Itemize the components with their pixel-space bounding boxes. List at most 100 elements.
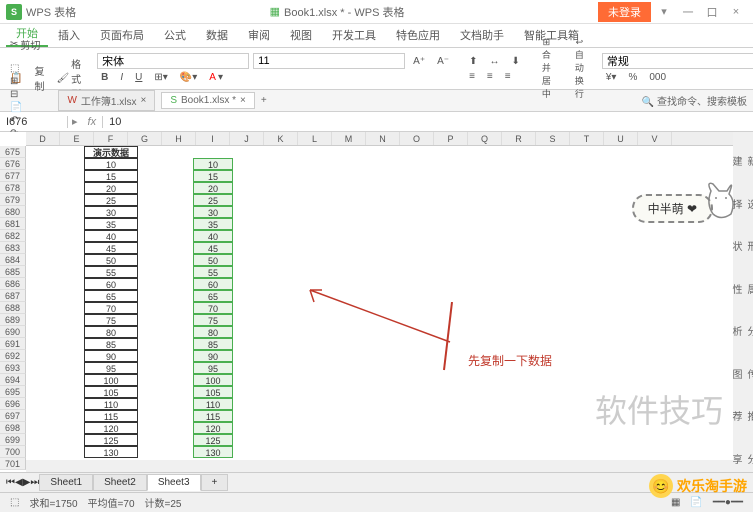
cell-f[interactable]: 80 bbox=[84, 326, 138, 338]
italic-button[interactable]: I bbox=[116, 71, 127, 84]
row-header[interactable]: 675 bbox=[0, 146, 26, 158]
col-header[interactable]: J bbox=[230, 132, 264, 145]
row-header[interactable]: 688 bbox=[0, 302, 26, 314]
col-header[interactable]: L bbox=[298, 132, 332, 145]
row-header[interactable]: 701 bbox=[0, 458, 26, 470]
view-normal-button[interactable]: ▦ bbox=[671, 497, 680, 508]
doctab-2[interactable]: SBook1.xlsx *× bbox=[161, 92, 255, 109]
row-header[interactable]: 692 bbox=[0, 350, 26, 362]
cell-i[interactable]: 20 bbox=[193, 182, 233, 194]
horizontal-scrollbar[interactable] bbox=[26, 460, 733, 472]
percent-button[interactable]: % bbox=[624, 71, 641, 84]
row-header[interactable]: 685 bbox=[0, 266, 26, 278]
cut-button[interactable]: ✂ 剪切 bbox=[6, 36, 44, 53]
row-header[interactable]: 680 bbox=[0, 206, 26, 218]
row-header[interactable]: 686 bbox=[0, 278, 26, 290]
cell-i[interactable]: 85 bbox=[193, 338, 233, 350]
quick-btn-0[interactable]: ⬚ bbox=[6, 62, 26, 75]
zoom-slider[interactable]: ━━●━━ bbox=[713, 497, 743, 508]
cell-i[interactable]: 105 bbox=[193, 386, 233, 398]
cell-f[interactable]: 115 bbox=[84, 410, 138, 422]
col-header[interactable]: G bbox=[128, 132, 162, 145]
cell-f[interactable]: 65 bbox=[84, 290, 138, 302]
cell-i[interactable]: 110 bbox=[193, 398, 233, 410]
cell-reference[interactable]: I676 bbox=[0, 116, 68, 128]
row-header[interactable]: 697 bbox=[0, 410, 26, 422]
cell-f[interactable]: 120 bbox=[84, 422, 138, 434]
cell-i[interactable]: 60 bbox=[193, 278, 233, 290]
search-box[interactable]: 🔍 查找命令、搜索模板 bbox=[642, 93, 747, 108]
col-header[interactable]: E bbox=[60, 132, 94, 145]
cell-f[interactable]: 110 bbox=[84, 398, 138, 410]
row-header[interactable]: 690 bbox=[0, 326, 26, 338]
sheet-nav-next[interactable]: ▶ bbox=[23, 477, 31, 488]
row-header[interactable]: 693 bbox=[0, 362, 26, 374]
row-header[interactable]: 696 bbox=[0, 398, 26, 410]
sheet-tab[interactable]: Sheet3 bbox=[147, 474, 201, 491]
panel-btn-4[interactable]: 分析 bbox=[728, 322, 753, 345]
col-header[interactable]: O bbox=[400, 132, 434, 145]
cell-f[interactable]: 100 bbox=[84, 374, 138, 386]
menu-tab-4[interactable]: 数据 bbox=[196, 23, 238, 47]
menu-tab-3[interactable]: 公式 bbox=[154, 23, 196, 47]
col-header[interactable]: V bbox=[638, 132, 672, 145]
cell-i[interactable]: 100 bbox=[193, 374, 233, 386]
col-header[interactable]: H bbox=[162, 132, 196, 145]
sheet-tab[interactable]: Sheet1 bbox=[39, 474, 93, 491]
number-format-select[interactable] bbox=[602, 53, 753, 69]
menu-tab-8[interactable]: 特色应用 bbox=[386, 23, 450, 47]
view-page-button[interactable]: 📄 bbox=[690, 497, 702, 508]
font-name-select[interactable] bbox=[97, 53, 249, 69]
row-header[interactable]: 700 bbox=[0, 446, 26, 458]
row-header[interactable]: 679 bbox=[0, 194, 26, 206]
col-header[interactable]: S bbox=[536, 132, 570, 145]
panel-btn-3[interactable]: 属性 bbox=[728, 280, 753, 303]
wrap-button[interactable]: ↩自动换行 bbox=[569, 37, 590, 100]
fx-icon[interactable]: fx bbox=[82, 116, 104, 128]
cell-i[interactable]: 120 bbox=[193, 422, 233, 434]
cell-i[interactable]: 15 bbox=[193, 170, 233, 182]
cell-f[interactable]: 70 bbox=[84, 302, 138, 314]
cell-f[interactable]: 85 bbox=[84, 338, 138, 350]
panel-btn-2[interactable]: 形状 bbox=[728, 237, 753, 260]
panel-btn-0[interactable]: 新建 bbox=[728, 152, 753, 175]
cell-i[interactable]: 130 bbox=[193, 446, 233, 458]
row-header[interactable]: 691 bbox=[0, 338, 26, 350]
cell-f[interactable]: 75 bbox=[84, 314, 138, 326]
close-icon[interactable]: × bbox=[140, 95, 146, 106]
doctab-1[interactable]: W工作簿1.xlsx× bbox=[58, 90, 155, 111]
font-color-button[interactable]: A▾ bbox=[205, 71, 227, 84]
data-header-cell[interactable]: 演示数据 bbox=[84, 146, 138, 158]
col-header[interactable]: N bbox=[366, 132, 400, 145]
cell-f[interactable]: 125 bbox=[84, 434, 138, 446]
cell-f[interactable]: 20 bbox=[84, 182, 138, 194]
cell-i[interactable]: 70 bbox=[193, 302, 233, 314]
row-header[interactable]: 678 bbox=[0, 182, 26, 194]
row-headers[interactable]: 6756766776786796806816826836846856866876… bbox=[0, 146, 26, 470]
close-icon[interactable]: × bbox=[240, 95, 246, 106]
align-left-button[interactable]: ≡ bbox=[465, 70, 479, 83]
align-mid-button[interactable]: ↔ bbox=[485, 55, 503, 68]
col-header[interactable]: P bbox=[434, 132, 468, 145]
fx-dropdown[interactable]: ▸ bbox=[68, 115, 82, 128]
thousands-button[interactable]: 000 bbox=[645, 71, 670, 84]
cell-f[interactable]: 45 bbox=[84, 242, 138, 254]
menu-tab-5[interactable]: 审阅 bbox=[238, 23, 280, 47]
cell-f[interactable]: 35 bbox=[84, 218, 138, 230]
cell-i[interactable]: 50 bbox=[193, 254, 233, 266]
cell-f[interactable]: 130 bbox=[84, 446, 138, 458]
quick-btn-3[interactable]: 📄 bbox=[6, 101, 26, 114]
login-button[interactable]: 未登录 bbox=[598, 2, 651, 22]
col-header[interactable]: K bbox=[264, 132, 298, 145]
copy-button[interactable]: 复制 bbox=[30, 62, 48, 94]
cell-i[interactable]: 80 bbox=[193, 326, 233, 338]
align-bot-button[interactable]: ⬇ bbox=[507, 55, 523, 68]
cell-i[interactable]: 35 bbox=[193, 218, 233, 230]
cell-i[interactable]: 25 bbox=[193, 194, 233, 206]
quick-btn-2[interactable]: ⊟ bbox=[6, 88, 26, 101]
row-header[interactable]: 694 bbox=[0, 374, 26, 386]
cell-f[interactable]: 50 bbox=[84, 254, 138, 266]
col-header[interactable]: M bbox=[332, 132, 366, 145]
col-header[interactable]: T bbox=[570, 132, 604, 145]
align-center-button[interactable]: ≡ bbox=[483, 70, 497, 83]
